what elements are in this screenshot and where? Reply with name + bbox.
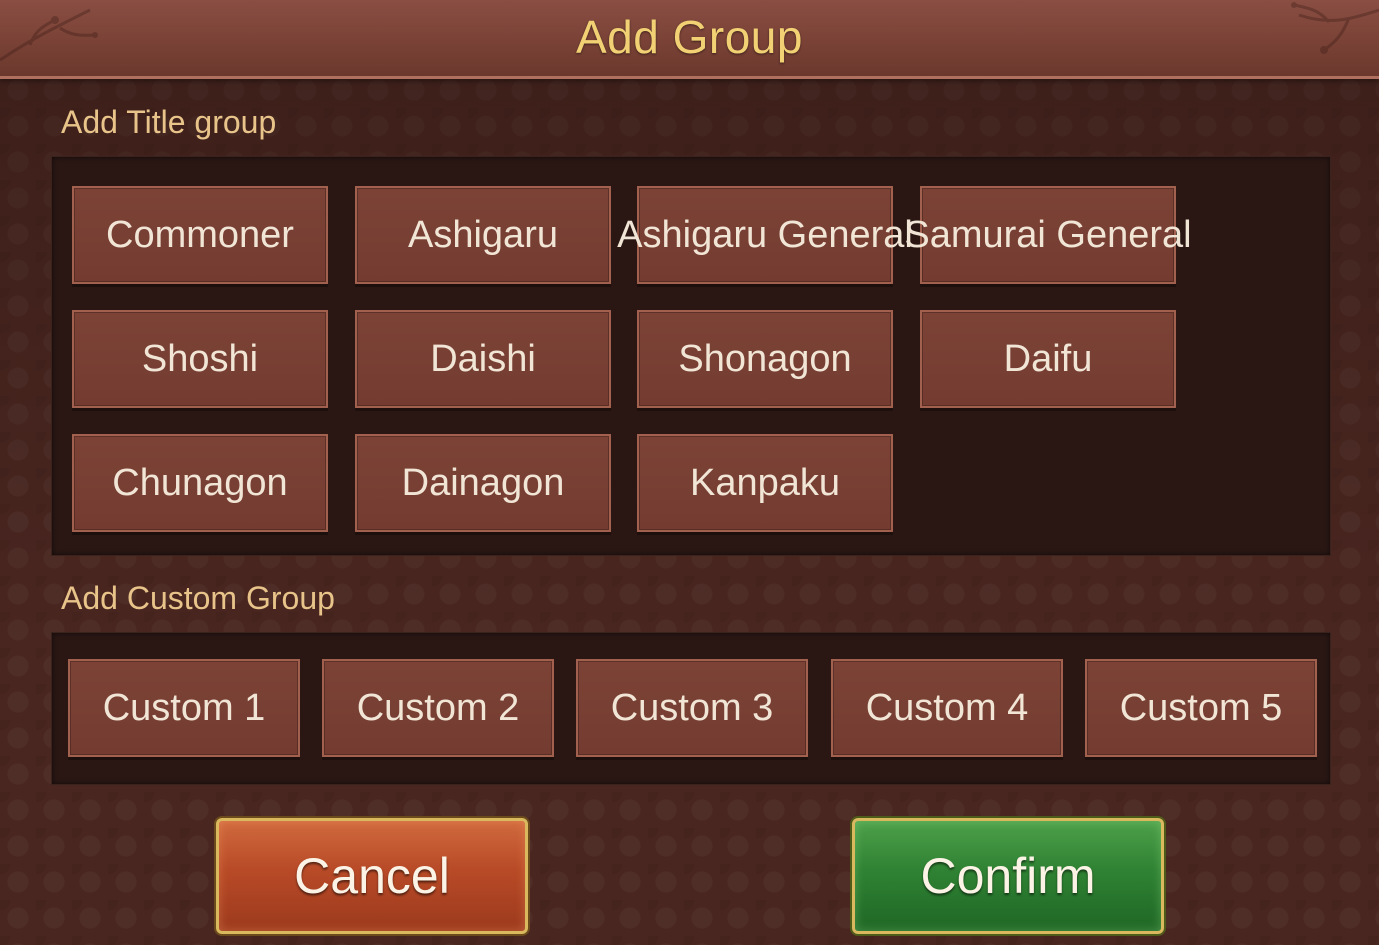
custom-option-label: Custom 1 (102, 686, 266, 729)
cancel-button[interactable]: Cancel (216, 818, 528, 934)
title-option-label: Dainagon (401, 461, 565, 504)
confirm-button-label: Confirm (920, 848, 1096, 904)
dialog-header: Add Group (0, 0, 1379, 79)
title-option-daishi[interactable]: Daishi (355, 310, 611, 408)
title-option-ashigaru[interactable]: Ashigaru (355, 186, 611, 284)
title-option-samurai-general[interactable]: Samurai General (904, 186, 1192, 284)
custom-option-4[interactable]: Custom 4 (831, 659, 1063, 757)
title-option-label: Chunagon (112, 461, 288, 504)
title-group-label: Add Title group (61, 104, 277, 140)
dialog-title: Add Group (576, 11, 803, 63)
title-option-kanpaku[interactable]: Kanpaku (637, 434, 893, 532)
title-option-label: Daifu (1003, 337, 1093, 380)
cancel-button-label: Cancel (294, 848, 450, 904)
custom-option-5[interactable]: Custom 5 (1085, 659, 1317, 757)
title-option-label: Shoshi (141, 337, 259, 380)
title-option-label: Ashigaru General (617, 213, 913, 256)
title-option-label: Commoner (106, 213, 294, 256)
title-option-ashigaru-general[interactable]: Ashigaru General (617, 186, 913, 284)
custom-option-label: Custom 3 (610, 686, 774, 729)
custom-option-3[interactable]: Custom 3 (576, 659, 808, 757)
title-option-shoshi[interactable]: Shoshi (72, 310, 328, 408)
custom-option-2[interactable]: Custom 2 (322, 659, 554, 757)
title-option-label: Kanpaku (689, 461, 840, 504)
title-option-daifu[interactable]: Daifu (920, 310, 1176, 408)
title-option-label: Ashigaru (408, 213, 558, 256)
title-option-label: Samurai General (904, 213, 1192, 256)
custom-option-label: Custom 5 (1119, 686, 1283, 729)
custom-group-label: Add Custom Group (61, 580, 335, 616)
custom-option-label: Custom 4 (865, 686, 1029, 729)
title-option-label: Shonagon (678, 337, 852, 380)
title-option-shonagon[interactable]: Shonagon (637, 310, 893, 408)
confirm-button[interactable]: Confirm (852, 818, 1164, 934)
title-option-chunagon[interactable]: Chunagon (72, 434, 328, 532)
title-option-label: Daishi (430, 337, 536, 380)
custom-option-label: Custom 2 (356, 686, 520, 729)
title-option-commoner[interactable]: Commoner (72, 186, 328, 284)
custom-option-1[interactable]: Custom 1 (68, 659, 300, 757)
title-option-dainagon[interactable]: Dainagon (355, 434, 611, 532)
